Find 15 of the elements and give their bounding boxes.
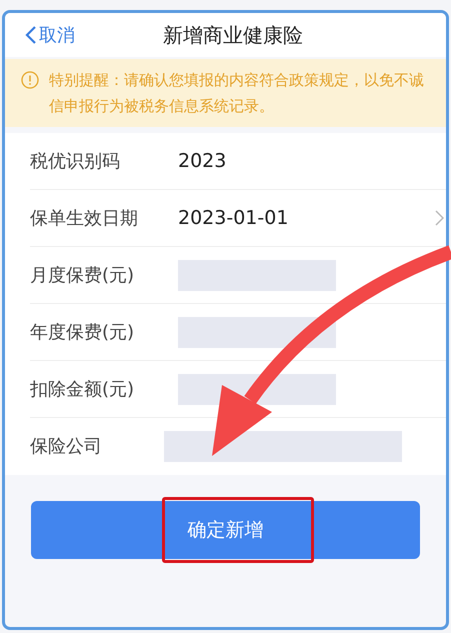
page-title: 新增商业健康险 (163, 22, 303, 49)
field-label: 扣除金额(元) (30, 378, 136, 402)
notice-text: 特别提醒：请确认您填报的内容符合政策规定，以免不诚信申报行为被税务信息系统记录。 (49, 70, 425, 117)
field-label: 税优识别码 (30, 150, 121, 174)
field-label: 月度保费(元) (30, 264, 136, 288)
back-button[interactable]: 取消 (25, 22, 75, 48)
field-value[interactable]: 2023-01-01 (178, 204, 288, 232)
field-label: 保险公司 (30, 435, 103, 459)
info-icon (21, 71, 39, 89)
field-value: 2023 (178, 148, 226, 174)
field-label: 保单生效日期 (30, 206, 139, 230)
field-label: 年度保费(元) (30, 320, 136, 344)
chevron-right-icon (435, 210, 444, 226)
chevron-left-icon (25, 25, 37, 45)
submit-button[interactable]: 确定新增 (31, 501, 420, 559)
